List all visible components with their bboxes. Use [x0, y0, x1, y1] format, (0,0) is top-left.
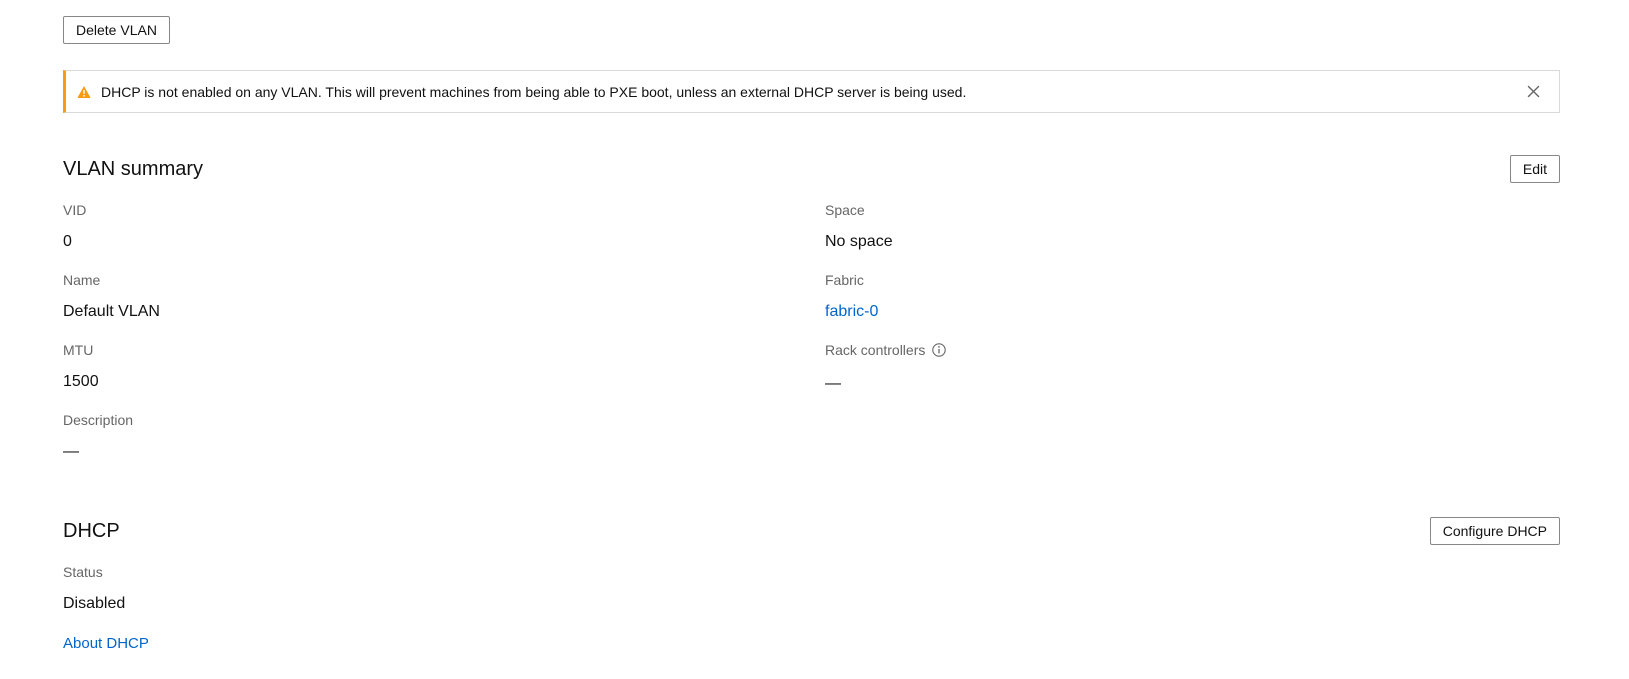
vlan-summary-title: VLAN summary: [63, 155, 203, 183]
field-value: 0: [63, 231, 825, 253]
dhcp-section: DHCP Configure DHCP Status Disabled Abou…: [63, 517, 1560, 655]
field-rack-controllers: Rack controllers —: [825, 341, 1560, 395]
field-value: —: [825, 373, 1560, 395]
vlan-summary-section: VLAN summary Edit VID 0 Name Default VLA…: [63, 155, 1560, 481]
vlan-summary-right-column: Space No space Fabric fabric-0 Rack cont…: [825, 201, 1560, 481]
vlan-summary-fields: VID 0 Name Default VLAN MTU 1500 Descrip…: [63, 201, 1560, 481]
configure-dhcp-button[interactable]: Configure DHCP: [1430, 517, 1560, 545]
field-value: Disabled: [63, 593, 1560, 615]
vlan-summary-left-column: VID 0 Name Default VLAN MTU 1500 Descrip…: [63, 201, 825, 481]
field-name: Name Default VLAN: [63, 271, 825, 323]
delete-vlan-button[interactable]: Delete VLAN: [63, 16, 170, 44]
field-value: —: [63, 441, 825, 463]
field-label: Fabric: [825, 271, 1560, 289]
close-icon[interactable]: [1521, 80, 1545, 104]
vlan-detail-page: Delete VLAN DHCP is not enabled on any V…: [0, 0, 1629, 679]
field-label: Space: [825, 201, 1560, 219]
field-dhcp-status: Status Disabled: [63, 563, 1560, 615]
field-description: Description —: [63, 411, 825, 463]
field-vid: VID 0: [63, 201, 825, 253]
vlan-summary-header: VLAN summary Edit: [63, 155, 1560, 183]
info-circle-icon[interactable]: [932, 343, 946, 361]
caution-notification: DHCP is not enabled on any VLAN. This wi…: [63, 70, 1560, 113]
field-label: Description: [63, 411, 825, 429]
field-label: MTU: [63, 341, 825, 359]
field-label: Rack controllers: [825, 342, 925, 358]
dhcp-fields: Status Disabled About DHCP: [63, 563, 1560, 655]
field-label: Name: [63, 271, 825, 289]
field-label: Status: [63, 563, 1560, 581]
fabric-link[interactable]: fabric-0: [825, 303, 878, 320]
field-value: 1500: [63, 371, 825, 393]
dhcp-header: DHCP Configure DHCP: [63, 517, 1560, 545]
toolbar: Delete VLAN: [63, 16, 1560, 44]
field-mtu: MTU 1500: [63, 341, 825, 393]
field-value: No space: [825, 231, 1560, 253]
warning-triangle-icon: [77, 85, 91, 99]
about-dhcp-link[interactable]: About DHCP: [63, 635, 149, 652]
field-value: Default VLAN: [63, 301, 825, 323]
edit-button[interactable]: Edit: [1510, 155, 1560, 183]
field-space: Space No space: [825, 201, 1560, 253]
field-fabric: Fabric fabric-0: [825, 271, 1560, 323]
field-label: VID: [63, 201, 825, 219]
notification-message: DHCP is not enabled on any VLAN. This wi…: [101, 83, 1521, 101]
dhcp-title: DHCP: [63, 517, 120, 545]
